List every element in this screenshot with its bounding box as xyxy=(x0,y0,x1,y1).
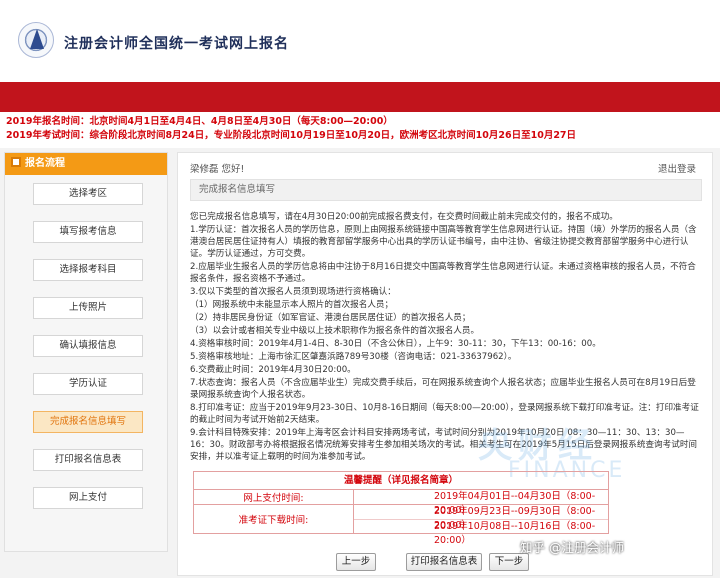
sidebar-step-button[interactable]: 确认填报信息 xyxy=(33,335,143,357)
schedule-notice: 2019年报名时间：北京时间4月1日至4月4日、4月8日至4月30日（每天8:0… xyxy=(0,112,720,148)
process-sidebar: 报名流程 选择考区填写报考信息 选择报考科目 上传照片确认填报信息 学历认证完成报名信… xyxy=(4,152,168,552)
sidebar-step: 上传照片 xyxy=(5,289,167,327)
square-icon xyxy=(11,157,21,167)
section-title: 完成报名信息填写 xyxy=(190,179,702,201)
sidebar-step: 学历认证 xyxy=(5,365,167,403)
print-form-button[interactable]: 打印报名信息表 xyxy=(406,553,482,571)
sidebar-step: 选择报考科目 xyxy=(5,251,167,289)
instruction-paragraph: 8.打印准考证：应当于2019年9月23-30日、10月8-16日期间（每天8:… xyxy=(190,403,699,425)
instruction-paragraph: 5.资格审核地址：上海市徐汇区肇嘉浜路789号30楼（咨询电话：021-3363… xyxy=(190,352,517,362)
instruction-paragraph: （3）以会计或者相关专业中级以上技术职称作为报名条件的首次报名人员。 xyxy=(190,326,480,336)
action-bar: 上一步 打印报名信息表 下一步 xyxy=(178,551,714,573)
sidebar-step: 网上支付 xyxy=(5,479,167,517)
sidebar-step: 完成报名信息填写 xyxy=(5,403,167,441)
instruction-paragraph: 2.应届毕业生报名人员的学历信息将由中注协于8月16日提交中国高等教育学生信息网… xyxy=(190,262,696,284)
exam-time-notice: 2019年考试时间：综合阶段北京时间8月24日，专业阶段北京时间10月19日至1… xyxy=(6,130,577,141)
instruction-paragraph: 您已完成报名信息填写，请在4月30日20:00前完成报名费支付，在交费时间截止前… xyxy=(190,212,618,222)
sidebar-title: 报名流程 xyxy=(25,158,65,169)
site-header: 注册会计师全国统一考试网上报名 xyxy=(0,0,720,82)
sidebar-step-button[interactable]: 网上支付 xyxy=(33,487,143,509)
sidebar-step: 打印报名信息表 xyxy=(5,441,167,479)
instruction-paragraph: 7.状态查询：报名人员（不含应届毕业生）完成交费手续后，可在网报系统查询个人报名… xyxy=(190,378,696,400)
logout-link[interactable]: 退出登录 xyxy=(658,161,696,175)
admission-download-value-1: 2019年09月23日--09月30日（8:00-20:00） xyxy=(434,506,596,531)
reminder-table: 温馨提醒（详见报名简章） 网上支付时间: 2019年04月01日--04月30日… xyxy=(193,471,609,546)
sidebar-header: 报名流程 xyxy=(5,153,167,175)
sidebar-step-button[interactable]: 填写报考信息 xyxy=(33,221,143,243)
main-panel: 梁修磊 您好! 退出登录 完成报名信息填写 您已完成报名信息填写，请在4月30日… xyxy=(177,152,713,576)
payment-time-value: 2019年04月01日--04月30日（8:00-20:00） xyxy=(434,491,596,516)
prev-button[interactable]: 上一步 xyxy=(336,553,376,571)
admission-download-label: 准考证下载时间: xyxy=(194,505,354,533)
instruction-paragraph: （2）持非居民身份证（如军官证、港澳台居民居住证）的首次报名人员； xyxy=(190,313,471,323)
source-watermark: 知乎 @注册会计师 xyxy=(520,540,624,555)
reminder-row: 网上支付时间: 2019年04月01日--04月30日（8:00-20:00） xyxy=(194,490,608,516)
sidebar-step-button[interactable]: 学历认证 xyxy=(33,373,143,395)
header-red-bar xyxy=(0,82,720,112)
instruction-paragraph: 3.仅以下类型的首次报名人员须到现场进行资格确认： xyxy=(190,287,396,297)
instruction-paragraph: （1）网报系统中未能显示本人照片的首次报名人员； xyxy=(190,300,394,310)
reminder-title: 温馨提醒（详见报名简章） xyxy=(194,472,608,490)
payment-time-label: 网上支付时间: xyxy=(194,490,354,504)
instruction-paragraph: 6.交费截止时间：2019年4月30日20:00。 xyxy=(190,365,356,375)
sidebar-step-button[interactable]: 选择报考科目 xyxy=(33,259,143,281)
sidebar-steps: 选择考区填写报考信息 选择报考科目 上传照片确认填报信息 学历认证完成报名信息填写 打印… xyxy=(5,175,167,517)
sidebar-step: 填写报考信息 xyxy=(5,213,167,251)
reminder-row: 准考证下载时间: 2019年09月23日--09月30日（8:00-20:00）… xyxy=(194,505,608,546)
site-title: 注册会计师全国统一考试网上报名 xyxy=(64,36,289,52)
sidebar-step: 选择考区 xyxy=(5,175,167,213)
sidebar-step-button[interactable]: 完成报名信息填写 xyxy=(33,411,143,433)
instructions: 您已完成报名信息填写，请在4月30日20:00前完成报名费支付，在交费时间截止前… xyxy=(190,211,700,464)
instruction-paragraph: 4.资格审核时间：2019年4月1-4日、8-30日（不含公休日），上午9：30… xyxy=(190,339,601,349)
registration-time-notice: 2019年报名时间：北京时间4月1日至4月4日、4月8日至4月30日（每天8:0… xyxy=(6,116,393,127)
sidebar-step-button[interactable]: 上传照片 xyxy=(33,297,143,319)
user-greeting: 梁修磊 您好! xyxy=(190,164,245,175)
sidebar-step-button[interactable]: 打印报名信息表 xyxy=(33,449,143,471)
sidebar-step: 确认填报信息 xyxy=(5,327,167,365)
admission-download-value-2: 2019年10月08日--10月16日（8:00-20:00） xyxy=(354,519,608,546)
cicpa-logo xyxy=(18,22,54,58)
instruction-paragraph: 1.学历认证：首次报名人员的学历信息，原则上由网报系统链接中国高等教育学生信息网… xyxy=(190,225,697,259)
sidebar-step-button[interactable]: 选择考区 xyxy=(33,183,143,205)
